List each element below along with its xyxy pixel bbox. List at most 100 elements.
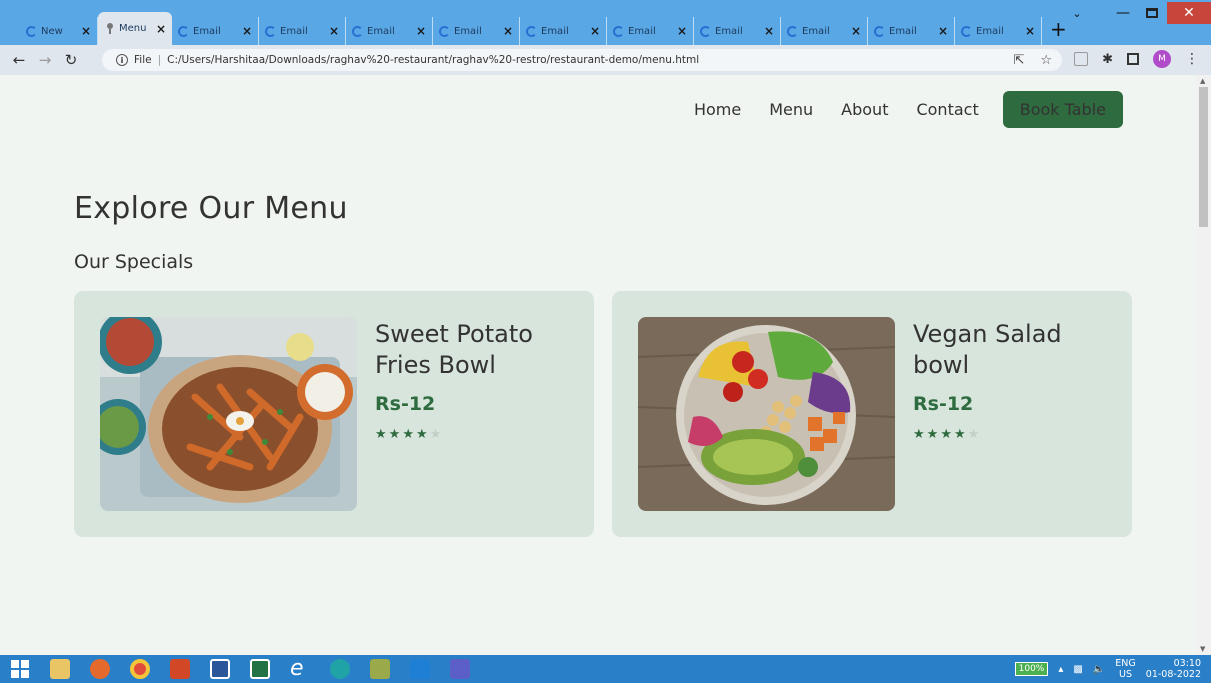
tab-close-icon[interactable]: × — [416, 24, 426, 38]
address-bar[interactable]: i File | C:/Users/Harshitaa/Downloads/ra… — [102, 49, 1062, 71]
scroll-up-icon[interactable]: ▲ — [1200, 77, 1205, 85]
rating-stars: ★★★★★ — [913, 427, 981, 442]
close-window-button[interactable]: ✕ — [1167, 2, 1211, 24]
tab-favicon-icon — [787, 25, 798, 37]
nav-home[interactable]: Home — [694, 100, 741, 119]
windows-start-icon[interactable] — [0, 655, 40, 683]
browser-tab-strip: New × Menu × Email × Email × Email × Email × E… — [0, 0, 1211, 45]
clock-date: 01-08-2022 — [1145, 669, 1201, 680]
tab-close-icon[interactable]: × — [764, 24, 774, 38]
tab-close-icon[interactable]: × — [851, 24, 861, 38]
extension-icon[interactable] — [1074, 52, 1089, 66]
excel-icon[interactable] — [240, 655, 280, 683]
tab-email[interactable]: Email × — [955, 17, 1042, 45]
network-icon[interactable]: ▩ — [1073, 664, 1082, 675]
edge-icon[interactable] — [320, 655, 360, 683]
vscode-icon[interactable] — [400, 655, 440, 683]
powerpoint-icon[interactable] — [160, 655, 200, 683]
language-indicator[interactable]: ENG US — [1115, 658, 1135, 680]
tab-label: Email — [715, 25, 743, 37]
more-menu-icon[interactable]: ⋮ — [1185, 51, 1199, 67]
chrome-icon[interactable] — [120, 655, 160, 683]
toolbar-right: ✱ M ⋮ — [1074, 50, 1211, 68]
star-filled-icon: ★ — [375, 427, 389, 442]
battery-indicator[interactable]: 100% — [1014, 662, 1049, 676]
tab-email[interactable]: Email × — [607, 17, 694, 45]
nav-contact[interactable]: Contact — [916, 100, 978, 119]
app-icon[interactable] — [360, 655, 400, 683]
site-navbar: Home Menu About Contact Book Table — [694, 91, 1123, 128]
star-filled-icon: ★ — [940, 427, 954, 442]
info-icon[interactable]: i — [116, 54, 128, 66]
nav-about[interactable]: About — [841, 100, 888, 119]
tab-email[interactable]: Email × — [868, 17, 955, 45]
tab-close-icon[interactable]: × — [156, 22, 166, 36]
star-filled-icon: ★ — [402, 427, 416, 442]
firefox-icon[interactable] — [80, 655, 120, 683]
tab-label: Email — [889, 25, 917, 37]
internet-explorer-icon[interactable]: e — [280, 655, 320, 683]
dish-name: Sweet Potato Fries Bowl — [375, 320, 533, 379]
vegan-salad-photo — [638, 317, 895, 511]
menu-card: Vegan Salad bowl Rs-12 ★★★★★ — [612, 291, 1132, 537]
tab-email[interactable]: Email × — [433, 17, 520, 45]
word-icon[interactable] — [200, 655, 240, 683]
tab-email[interactable]: Email × — [694, 17, 781, 45]
back-arrow-icon[interactable]: ← — [6, 51, 32, 69]
star-filled-icon: ★ — [913, 427, 927, 442]
scrollbar-thumb[interactable] — [1199, 87, 1208, 227]
browser-toolbar: ← → ↻ i File | C:/Users/Harshitaa/Downlo… — [0, 45, 1211, 75]
tab-close-icon[interactable]: × — [81, 24, 91, 38]
section-title: Our Specials — [74, 251, 194, 273]
tab-favicon-icon — [526, 25, 537, 37]
tab-close-icon[interactable]: × — [938, 24, 948, 38]
address-scheme: File — [134, 54, 152, 66]
minimize-button[interactable]: — — [1109, 3, 1137, 23]
tab-close-icon[interactable]: × — [677, 24, 687, 38]
tab-close-icon[interactable]: × — [590, 24, 600, 38]
tab-favicon-icon — [439, 25, 450, 37]
bookmark-star-icon[interactable]: ☆ — [1040, 53, 1052, 68]
side-panel-icon[interactable] — [1127, 53, 1139, 65]
profile-avatar[interactable]: M — [1153, 50, 1171, 68]
star-filled-icon: ★ — [953, 427, 968, 442]
tab-label: Email — [976, 25, 1004, 37]
forward-arrow-icon[interactable]: → — [32, 51, 58, 69]
tab-favicon-icon — [265, 25, 276, 37]
tab-close-icon[interactable]: × — [329, 24, 339, 38]
tab-email[interactable]: Email × — [520, 17, 607, 45]
tab-new[interactable]: New × — [20, 17, 98, 45]
volume-icon[interactable]: 🔈 — [1093, 664, 1105, 675]
file-explorer-icon[interactable] — [40, 655, 80, 683]
tab-label: Menu — [119, 23, 147, 34]
tab-email[interactable]: Email × — [172, 17, 259, 45]
tab-close-icon[interactable]: × — [503, 24, 513, 38]
share-icon[interactable]: ⇱ — [1013, 53, 1024, 68]
tray-chevron-icon[interactable]: ▴ — [1058, 664, 1063, 675]
tab-favicon-icon — [352, 25, 363, 37]
book-table-button[interactable]: Book Table — [1002, 91, 1123, 128]
clock-time: 03:10 — [1173, 658, 1201, 669]
tab-close-icon[interactable]: × — [242, 24, 252, 38]
maximize-button[interactable] — [1137, 3, 1167, 23]
reload-icon[interactable]: ↻ — [58, 51, 84, 69]
tab-search-chevron-icon[interactable]: ⌄ — [1063, 3, 1091, 23]
tab-email[interactable]: Email × — [346, 17, 433, 45]
tab-menu[interactable]: Menu × — [98, 12, 172, 45]
star-filled-icon: ★ — [415, 427, 430, 442]
tab-favicon-icon — [874, 25, 885, 37]
clock[interactable]: 03:10 01-08-2022 — [1146, 658, 1201, 680]
tab-email[interactable]: Email × — [781, 17, 868, 45]
star-filled-icon: ★ — [926, 427, 941, 442]
region-code: US — [1119, 669, 1133, 680]
tab-favicon-icon — [700, 25, 711, 37]
nav-menu[interactable]: Menu — [769, 100, 813, 119]
tab-favicon-icon — [961, 25, 972, 37]
tab-label: Email — [280, 25, 308, 37]
scroll-down-icon[interactable]: ▼ — [1200, 645, 1205, 653]
teams-icon[interactable] — [440, 655, 480, 683]
tab-email[interactable]: Email × — [259, 17, 346, 45]
tab-close-icon[interactable]: × — [1025, 24, 1035, 38]
extensions-puzzle-icon[interactable]: ✱ — [1102, 52, 1113, 67]
page-scrollbar[interactable]: ▲ ▼ — [1196, 75, 1211, 655]
